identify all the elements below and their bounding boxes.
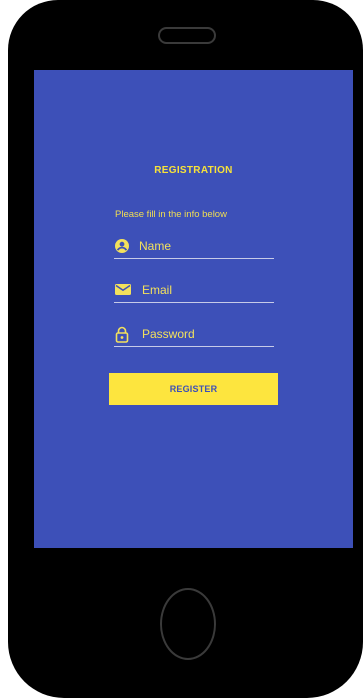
email-input[interactable]: Email (142, 283, 172, 297)
lock-icon (114, 326, 132, 343)
home-button[interactable] (160, 588, 216, 660)
phone-frame: REGISTRATION Please fill in the info bel… (8, 0, 363, 698)
phone-speaker (158, 27, 216, 44)
password-input[interactable]: Password (142, 327, 195, 341)
password-field[interactable]: Password (114, 326, 274, 347)
app-screen: REGISTRATION Please fill in the info bel… (34, 70, 353, 548)
email-field[interactable]: Email (114, 282, 274, 303)
phone-side-button (12, 140, 18, 180)
account-circle-icon (114, 238, 132, 254)
name-input[interactable]: Name (139, 239, 171, 253)
email-icon (114, 282, 132, 298)
phone-volume-button (12, 200, 18, 270)
register-button[interactable]: REGISTER (109, 373, 278, 405)
form-subtitle: Please fill in the info below (115, 209, 227, 220)
name-field[interactable]: Name (114, 238, 274, 259)
page-title: REGISTRATION (154, 165, 233, 176)
